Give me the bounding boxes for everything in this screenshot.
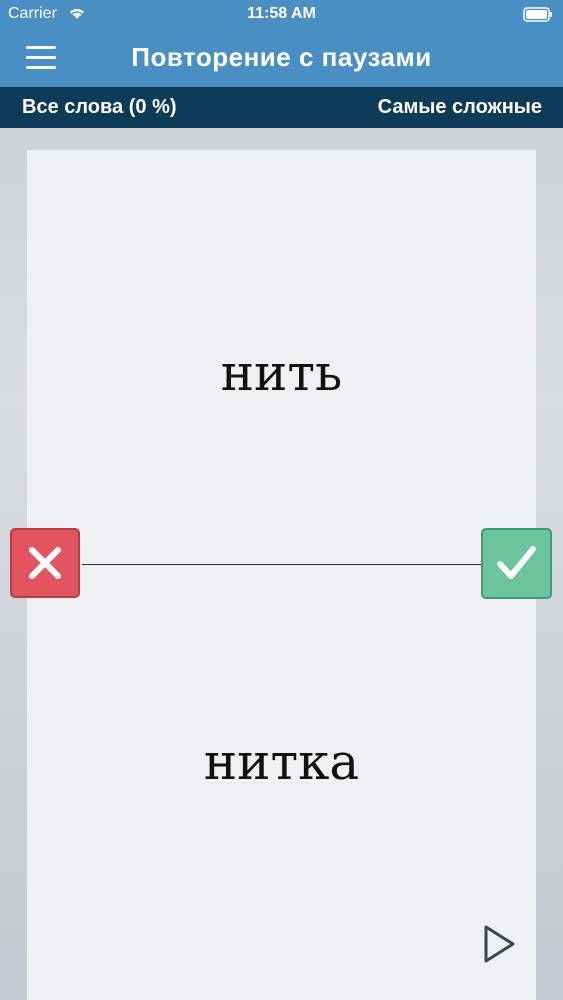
filter-bar: Все слова (0 %) Самые сложные [0,87,563,128]
page-title: Повторение с паузами [131,42,432,72]
navbar: Повторение с паузами [0,30,563,87]
front-word: нить [220,344,343,402]
card-divider [82,564,482,565]
battery-icon [523,7,552,22]
wrong-answer-button[interactable] [10,528,80,598]
status-bar: Carrier 11:58 AM [0,0,563,30]
right-answer-button[interactable] [481,528,552,599]
hardest-words-filter[interactable]: Самые сложные [378,96,542,119]
checkmark-icon [497,546,536,579]
back-word: нитка [203,733,360,791]
all-words-filter[interactable]: Все слова (0 %) [22,96,177,119]
play-icon[interactable] [480,922,520,966]
status-time: 11:58 AM [247,5,316,22]
cross-icon [29,547,61,579]
flashcard[interactable]: нить нитка [27,150,536,1000]
header: Carrier 11:58 AM Повторение с паузами [0,0,563,87]
